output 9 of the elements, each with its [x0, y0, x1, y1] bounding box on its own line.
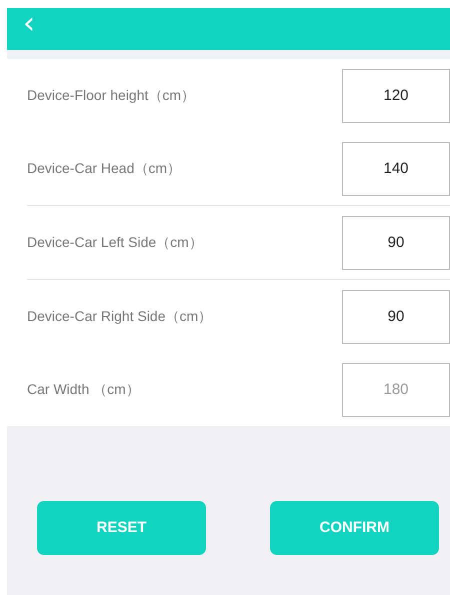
number-field[interactable]: 120: [342, 68, 450, 122]
number-field[interactable]: 90: [342, 216, 450, 270]
field-label: Device-Car Right Side（cm）: [27, 307, 212, 326]
number-field[interactable]: 140: [342, 142, 450, 196]
field-label: Car Width （cm）: [27, 380, 140, 399]
field-label: Device-Car Head（cm）: [27, 159, 182, 178]
field-label: Device-Floor height（cm）: [27, 86, 196, 105]
field-label: Device-Car Left Side（cm）: [27, 233, 203, 252]
number-field[interactable]: 90: [342, 290, 450, 344]
